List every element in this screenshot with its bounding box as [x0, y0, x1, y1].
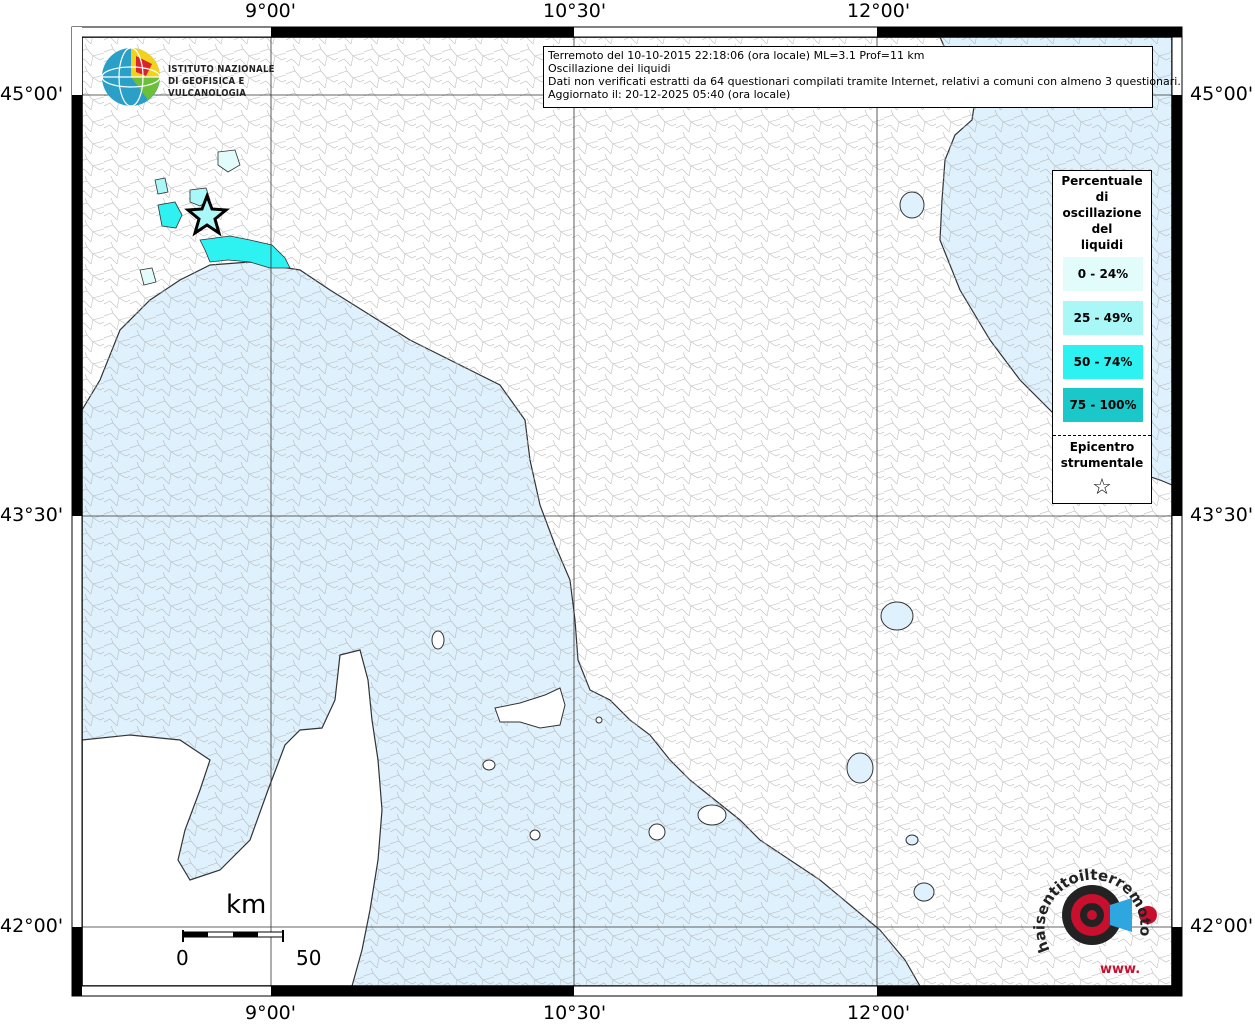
islet	[595, 716, 603, 724]
event-subtitle: Oscillazione dei liquidi	[548, 62, 671, 75]
legend-title-line: oscillazione	[1062, 206, 1142, 220]
lat-label-right-1: 45°00'	[1190, 83, 1254, 105]
lat-label-left-2: 43°30'	[0, 504, 64, 526]
legend-title-line: di	[1095, 190, 1109, 204]
lat-label-left-1: 45°00'	[0, 83, 64, 105]
ingv-globe-icon	[101, 47, 161, 107]
legend-divider	[1053, 435, 1151, 436]
lake-bolsena	[846, 752, 874, 784]
hsit-watermark-text: haisentitoilterremoto.it	[1030, 855, 1155, 955]
legend-title-line: Percentuale	[1061, 174, 1143, 188]
legend-title-line: del	[1091, 222, 1113, 236]
ingv-logo: ISTITUTO NAZIONALE DI GEOFISICA E VULCAN…	[100, 46, 320, 110]
scale-max: 50	[296, 946, 322, 970]
legend-swatch-0-24: 0 - 24%	[1063, 257, 1143, 291]
argentario-promontory	[697, 804, 727, 826]
ingv-name-line2: DI GEOFISICA E VULCANOLOGIA	[168, 76, 247, 99]
event-data-note: Dati non verificati estratti da 64 quest…	[548, 75, 1181, 88]
lat-label-left-3: 42°00'	[0, 915, 64, 937]
lake-vico	[905, 834, 919, 846]
legend-swatch-50-74: 50 - 74%	[1063, 345, 1143, 379]
lon-label-bottom-3: 12°00'	[847, 1002, 911, 1024]
legend: Percentuale di oscillazione del liquidi …	[1052, 170, 1152, 504]
legend-title-line: liquidi	[1080, 238, 1124, 252]
pianosa-island	[482, 759, 496, 771]
legend-epicenter-line2: strumentale	[1060, 456, 1144, 470]
legend-epicenter-line1: Epicentro	[1069, 440, 1135, 454]
hsit-watermark: haisentitoilterremoto.it www.	[1030, 855, 1155, 977]
ingv-name-line1: ISTITUTO NAZIONALE	[168, 64, 275, 75]
lon-label-top-1: 9°00'	[245, 0, 296, 22]
lat-label-right-3: 42°00'	[1190, 915, 1254, 937]
legend-swatch-25-49: 25 - 49%	[1063, 301, 1143, 335]
lake-bracciano	[913, 882, 935, 902]
event-updated: Aggiornato il: 20-12-2025 05:40 (ora loc…	[548, 88, 791, 101]
scale-unit: km	[226, 890, 267, 920]
lon-label-top-3: 12°00'	[847, 0, 911, 22]
hsit-watermark-prefix: www.	[1100, 962, 1140, 977]
scale-min: 0	[176, 946, 189, 970]
legend-epicenter-label: Epicentro strumentale	[1053, 439, 1151, 471]
lon-label-bottom-1: 9°00'	[245, 1002, 296, 1024]
svg-text:haisentitoilterremoto.it: haisentitoilterremoto.it	[1030, 855, 1155, 955]
montecristo-island	[529, 829, 541, 841]
lagoon	[899, 191, 925, 219]
legend-title: Percentuale di oscillazione del liquidi	[1053, 173, 1151, 253]
capraia-island	[431, 630, 445, 650]
event-info-box: Terremoto del 10-10-2015 22:18:06 (ora l…	[543, 46, 1181, 108]
giglio-island	[648, 823, 666, 841]
lon-label-top-2: 10°30'	[543, 0, 607, 22]
event-title: Terremoto del 10-10-2015 22:18:06 (ora l…	[548, 49, 925, 62]
lat-label-right-2: 43°30'	[1190, 504, 1254, 526]
legend-star-icon: ☆	[1092, 475, 1112, 500]
lon-label-bottom-2: 10°30'	[543, 1002, 607, 1024]
lake-trasimeno	[880, 601, 914, 631]
legend-swatch-75-100: 75 - 100%	[1063, 388, 1143, 422]
